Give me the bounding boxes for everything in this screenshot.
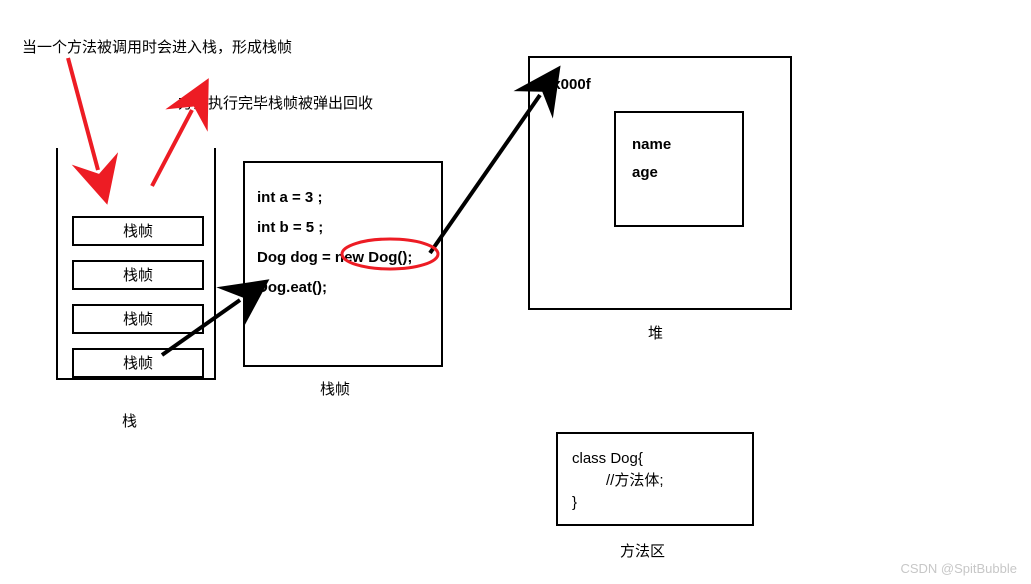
stack-frame-detail-box: int a = 3 ; int b = 5 ; Dog dog = new Do… [243,161,443,367]
heap-object-box: name age [614,111,744,227]
caption-enter-stack: 当一个方法被调用时会进入栈，形成栈帧 [22,36,292,57]
object-field: age [632,159,726,187]
code-line: class Dog{ [572,448,738,470]
stack-label: 栈 [122,410,137,431]
method-area-box: class Dog{ //方法体; } [556,432,754,526]
heap-memory-box: 0x000f name age [528,56,792,310]
code-line: } [572,492,738,514]
caption-pop-stack: 方法执行完毕栈帧被弹出回收 [178,92,373,113]
arrow-newdog-to-heap-icon [430,95,540,253]
frame-detail-label: 栈帧 [320,378,350,399]
stack-frame: 栈帧 [72,348,204,378]
stack-frame: 栈帧 [72,260,204,290]
object-field: name [632,131,726,159]
stack-memory-box: 栈帧 栈帧 栈帧 栈帧 [56,148,216,380]
code-line: Dog.eat(); [257,273,429,303]
watermark: CSDN @SpitBubble [900,561,1017,576]
method-area-label: 方法区 [620,540,665,561]
code-line: int b = 5 ; [257,213,429,243]
heap-label: 堆 [648,322,663,343]
heap-object-address: 0x000f [544,76,776,93]
stack-frame: 栈帧 [72,304,204,334]
code-line: Dog dog = new Dog(); [257,243,429,273]
stack-frame: 栈帧 [72,216,204,246]
code-line: int a = 3 ; [257,183,429,213]
code-line: //方法体; [572,470,738,492]
